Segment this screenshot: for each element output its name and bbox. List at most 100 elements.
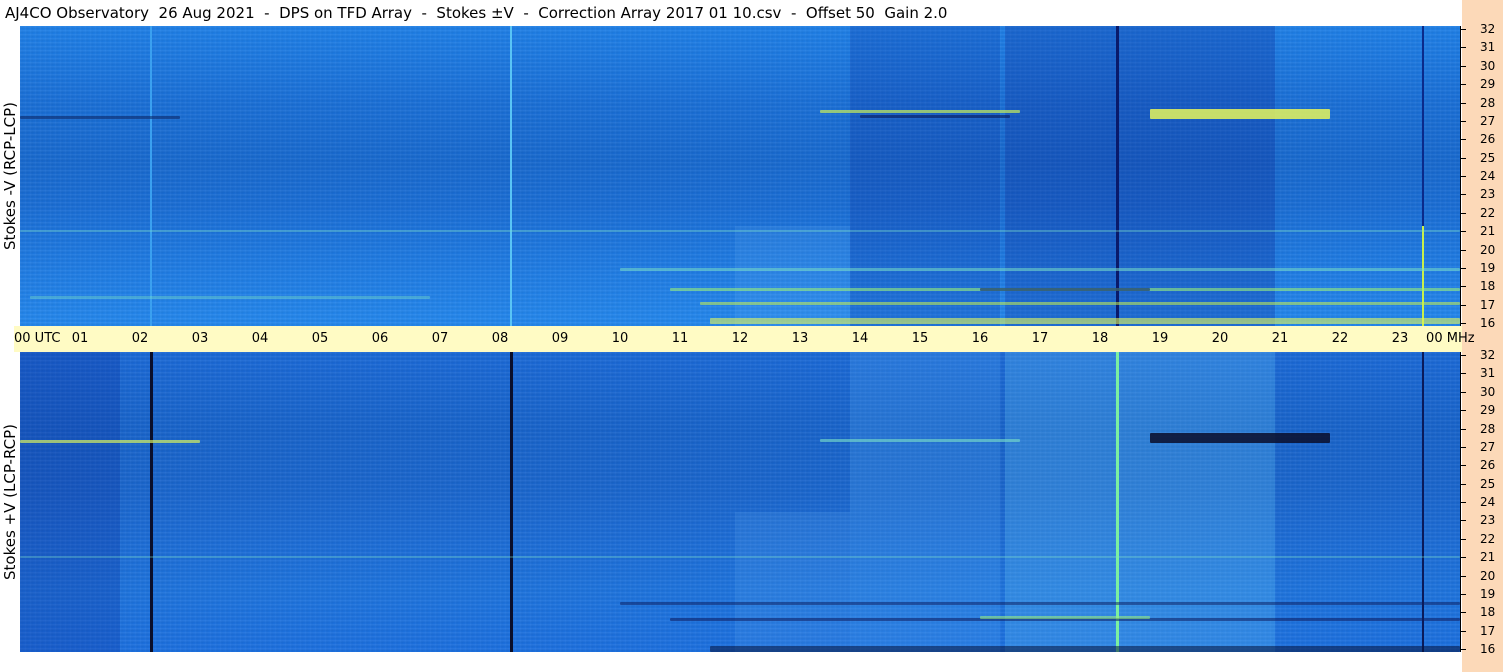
time-tick-label: 00 UTC [14,331,61,346]
vertical-line [1422,226,1424,326]
freq-tick-mark [1460,520,1466,522]
time-tick-label: 12 [731,331,749,346]
freq-tick-mark [1460,410,1466,412]
freq-tick-mark [1460,612,1466,614]
bottom-spectrogram [20,352,1460,652]
freq-tick-mark [1460,47,1466,49]
bottom-frequency-axis: 32 31 30 29 28 27 26 25 24 23 22 21 20 19 18 17 16 [1460,348,1503,656]
signal-streak [20,440,200,443]
freq-tick-label: 24 [1480,169,1496,183]
time-tick-label: 05 [311,331,329,346]
time-axis: 00 UTC 01 02 03 04 05 06 07 08 09 10 11 12 13 14 15 16 17… [14,326,1475,352]
freq-tick-label: 19 [1480,586,1496,601]
time-tick-label: 16 [971,331,989,346]
signal-streak [20,230,1460,232]
freq-tick-label: 17 [1480,623,1496,638]
time-tick-label: 14 [851,331,869,346]
freq-tick-label: 16 [1480,316,1496,330]
freq-tick-mark [1460,649,1466,650]
freq-tick-label: 28 [1480,421,1496,436]
freq-tick-mark [1460,502,1466,503]
freq-tick-mark [1460,630,1466,632]
freq-tick-mark [1460,304,1466,306]
freq-tick-mark [1460,139,1466,141]
signal-streak [710,646,1460,652]
time-tick-label: 11 [671,331,689,346]
freq-tick-mark [1460,465,1466,467]
signal-streak [20,556,1460,558]
vertical-line [510,26,512,326]
signal-streak [620,268,1460,271]
time-tick-label: 13 [791,331,809,346]
freq-tick-mark [1460,120,1466,122]
time-tick-label: 20 [1211,331,1229,346]
freq-tick-label: 22 [1480,531,1496,546]
freq-tick-label: 29 [1480,77,1496,92]
signal-streak [620,602,1460,605]
freq-tick-mark [1460,194,1466,196]
time-tick-label: 09 [551,331,569,346]
signal-streak [820,110,1020,113]
freq-tick-label: 32 [1480,348,1496,362]
time-tick-label: 02 [131,331,149,346]
freq-tick-mark [1460,231,1466,233]
freq-tick-mark [1460,286,1466,288]
freq-tick-mark [1460,212,1466,214]
top-spectrogram [20,26,1460,326]
time-tick-label: 23 [1391,331,1409,346]
time-tick-label: 01 [71,331,89,346]
time-tick-label: 04 [251,331,269,346]
freq-tick-mark [1460,249,1466,251]
freq-tick-mark [1460,102,1466,104]
time-tick-label: 15 [911,331,929,346]
freq-tick-mark [1460,157,1466,159]
freq-tick-mark [1460,391,1466,393]
freq-tick-label: 16 [1480,642,1496,656]
signal-streak [1150,109,1330,119]
freq-tick-label: 27 [1480,439,1496,454]
time-tick-label: 19 [1151,331,1169,346]
light-region [735,512,850,652]
time-tick-label: 00 MHz [1426,331,1475,346]
freq-tick-label: 18 [1480,279,1496,294]
freq-tick-label: 22 [1480,205,1496,220]
freq-tick-label: 31 [1480,366,1496,381]
time-tick-label: 07 [431,331,449,346]
vertical-line [1116,26,1119,326]
freq-tick-label: 18 [1480,605,1496,620]
light-region [735,226,850,326]
freq-tick-mark [1460,323,1466,324]
freq-tick-label: 27 [1480,113,1496,128]
freq-tick-mark [1460,557,1466,559]
freq-tick-label: 19 [1480,260,1496,275]
freq-tick-mark [1460,29,1466,30]
dark-region [1005,26,1275,326]
freq-tick-label: 25 [1480,476,1496,491]
vertical-line [150,26,152,326]
signal-streak [980,288,1150,291]
freq-tick-label: 20 [1480,242,1496,257]
time-tick-label: 08 [491,331,509,346]
light-region [850,352,1000,652]
freq-tick-label: 30 [1480,58,1496,73]
freq-tick-mark [1460,267,1466,269]
freq-tick-label: 28 [1480,95,1496,110]
vertical-line [1422,352,1424,652]
light-region [1005,352,1275,652]
vertical-line [150,352,153,652]
freq-tick-label: 26 [1480,132,1496,147]
dark-region [20,352,120,652]
freq-tick-mark [1460,84,1466,86]
freq-tick-mark [1460,446,1466,448]
time-tick-label: 17 [1031,331,1049,346]
freq-tick-label: 20 [1480,568,1496,583]
freq-tick-label: 29 [1480,403,1496,418]
signal-streak [700,302,1460,305]
freq-tick-label: 30 [1480,384,1496,399]
freq-tick-label: 23 [1480,513,1496,528]
freq-tick-label: 25 [1480,150,1496,165]
freq-tick-label: 31 [1480,40,1496,55]
time-tick-label: 10 [611,331,629,346]
time-tick-label: 22 [1331,331,1349,346]
freq-tick-mark [1460,483,1466,485]
